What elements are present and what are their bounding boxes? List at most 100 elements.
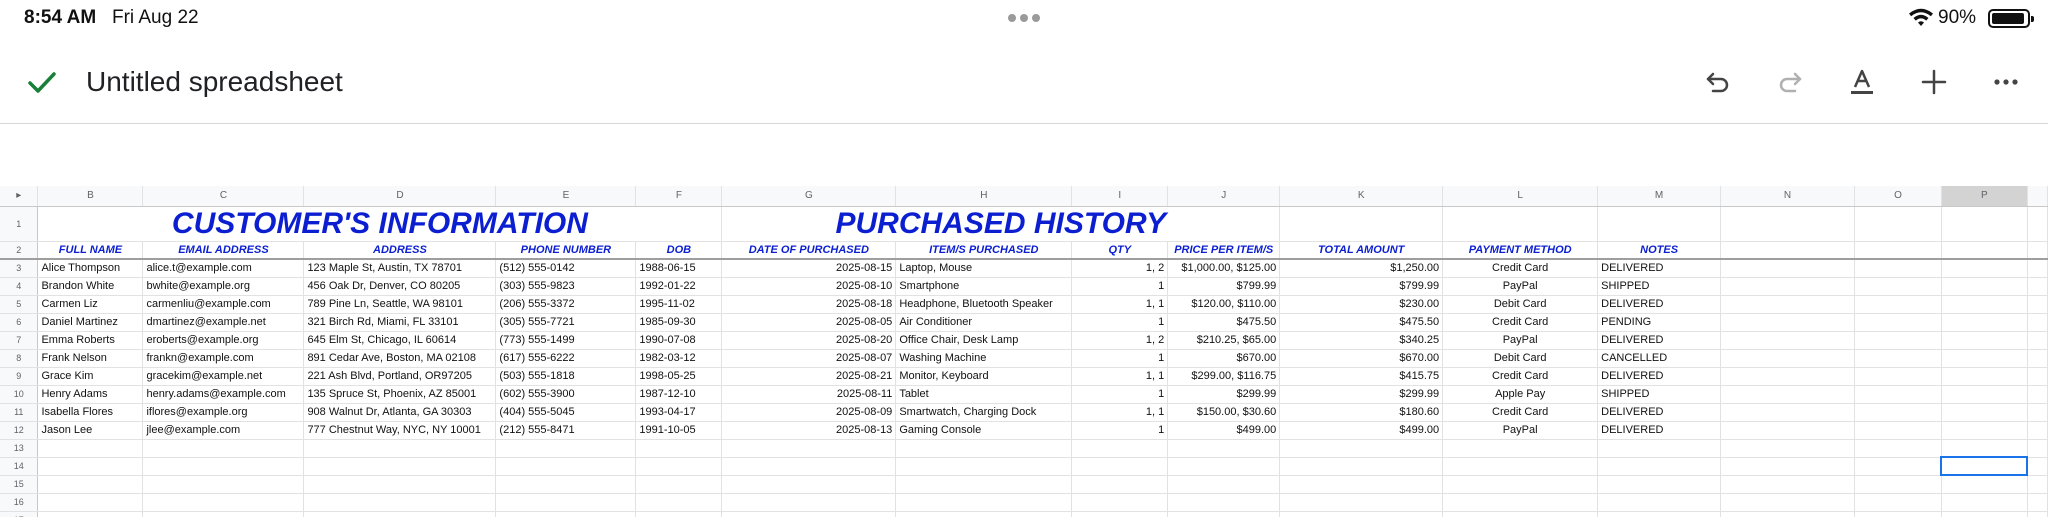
cell[interactable] [1167, 475, 1281, 494]
cell[interactable] [1854, 313, 1942, 332]
data-cell[interactable]: 1 [1071, 349, 1169, 368]
data-cell[interactable]: $1,000.00, $125.00 [1167, 259, 1281, 278]
cell[interactable] [1720, 511, 1855, 517]
row-header-17[interactable]: 17 [0, 511, 39, 517]
column-header-n[interactable]: N [1720, 186, 1855, 207]
header-cell[interactable]: DATE OF PURCHASED [721, 241, 897, 260]
select-all-corner[interactable]: ▸ [0, 186, 39, 207]
cell[interactable] [1597, 511, 1722, 517]
data-cell[interactable]: Credit Card [1442, 403, 1599, 422]
more-options-button[interactable] [1986, 62, 2026, 102]
cell[interactable] [2027, 259, 2048, 278]
row-header-8[interactable]: 8 [0, 349, 39, 368]
data-cell[interactable]: Credit Card [1442, 367, 1599, 386]
cell[interactable] [37, 475, 144, 494]
data-cell[interactable]: Jason Lee [37, 421, 144, 440]
column-header-b[interactable]: B [37, 186, 144, 207]
cell[interactable] [635, 457, 723, 476]
cell[interactable] [1854, 367, 1942, 386]
row-header-1[interactable]: 1 [0, 206, 39, 242]
data-cell[interactable]: 1992-01-22 [635, 277, 723, 296]
data-cell[interactable]: 789 Pine Ln, Seattle, WA 98101 [303, 295, 497, 314]
cell[interactable] [495, 439, 637, 458]
cell[interactable] [721, 475, 897, 494]
cell[interactable] [303, 475, 497, 494]
cell[interactable] [2027, 241, 2048, 260]
cell[interactable] [1720, 493, 1855, 512]
data-cell[interactable]: bwhite@example.org [142, 277, 305, 296]
header-cell[interactable]: PRICE PER ITEM/S [1167, 241, 1281, 260]
data-cell[interactable]: alice.t@example.com [142, 259, 305, 278]
data-cell[interactable]: SHIPPED [1597, 277, 1722, 296]
cell[interactable] [635, 475, 723, 494]
cell[interactable] [1720, 295, 1855, 314]
cell[interactable] [1167, 457, 1281, 476]
data-cell[interactable]: 221 Ash Blvd, Portland, OR97205 [303, 367, 497, 386]
cell[interactable] [1597, 475, 1722, 494]
data-cell[interactable]: 1988-06-15 [635, 259, 723, 278]
header-cell[interactable]: NOTES [1597, 241, 1722, 260]
cell[interactable] [1941, 259, 2028, 278]
cell[interactable] [1720, 385, 1855, 404]
data-cell[interactable]: Smartphone [895, 277, 1073, 296]
cell[interactable] [1442, 457, 1599, 476]
cell[interactable] [895, 475, 1073, 494]
check-icon[interactable] [26, 66, 58, 98]
column-header-o[interactable]: O [1854, 186, 1942, 207]
row-header-5[interactable]: 5 [0, 295, 39, 314]
data-cell[interactable]: $180.60 [1279, 403, 1444, 422]
column-header-g[interactable]: G [721, 186, 897, 207]
cell[interactable] [1941, 349, 2028, 368]
data-cell[interactable]: 1 [1071, 277, 1169, 296]
cell[interactable] [1941, 439, 2028, 458]
data-cell[interactable]: (212) 555-8471 [495, 421, 637, 440]
cell[interactable] [142, 475, 305, 494]
data-cell[interactable]: DELIVERED [1597, 403, 1722, 422]
cell[interactable] [1279, 493, 1444, 512]
data-cell[interactable]: 2025-08-18 [721, 295, 897, 314]
row-header-13[interactable]: 13 [0, 439, 39, 458]
document-title[interactable]: Untitled spreadsheet [86, 66, 343, 98]
cell[interactable] [1854, 385, 1942, 404]
multitasking-dots-icon[interactable] [1008, 14, 1040, 22]
cell[interactable] [1720, 403, 1855, 422]
cell[interactable] [1167, 493, 1281, 512]
data-cell[interactable]: $415.75 [1279, 367, 1444, 386]
cell[interactable] [1720, 313, 1855, 332]
cell[interactable] [37, 457, 144, 476]
data-cell[interactable]: 1 [1071, 421, 1169, 440]
undo-button[interactable] [1698, 62, 1738, 102]
data-cell[interactable]: 456 Oak Dr, Denver, CO 80205 [303, 277, 497, 296]
data-cell[interactable]: DELIVERED [1597, 259, 1722, 278]
header-cell[interactable]: PHONE NUMBER [495, 241, 637, 260]
cell[interactable] [1854, 241, 1942, 260]
header-cell[interactable]: PAYMENT METHOD [1442, 241, 1599, 260]
data-cell[interactable]: 2025-08-13 [721, 421, 897, 440]
data-cell[interactable]: 1995-11-02 [635, 295, 723, 314]
data-cell[interactable]: 2025-08-21 [721, 367, 897, 386]
cell[interactable] [1167, 511, 1281, 517]
data-cell[interactable]: 1985-09-30 [635, 313, 723, 332]
data-cell[interactable]: CANCELLED [1597, 349, 1722, 368]
data-cell[interactable]: 1 [1071, 385, 1169, 404]
cell[interactable] [1720, 421, 1855, 440]
data-cell[interactable]: Debit Card [1442, 349, 1599, 368]
cell[interactable] [2027, 295, 2048, 314]
header-cell[interactable]: TOTAL AMOUNT [1279, 241, 1444, 260]
column-header-h[interactable]: H [895, 186, 1073, 207]
data-cell[interactable]: 891 Cedar Ave, Boston, MA 02108 [303, 349, 497, 368]
cell[interactable] [1720, 277, 1855, 296]
cell[interactable] [2027, 403, 2048, 422]
cell[interactable] [495, 511, 637, 517]
cell[interactable] [1941, 421, 2028, 440]
data-cell[interactable]: carmenliu@example.com [142, 295, 305, 314]
cell[interactable] [2027, 385, 2048, 404]
cell[interactable] [1854, 206, 1942, 242]
cell[interactable] [1854, 475, 1942, 494]
cell[interactable] [1071, 493, 1169, 512]
data-cell[interactable]: Carmen Liz [37, 295, 144, 314]
cell[interactable] [721, 439, 897, 458]
cell[interactable] [2027, 277, 2048, 296]
data-cell[interactable]: Brandon White [37, 277, 144, 296]
row-header-4[interactable]: 4 [0, 277, 39, 296]
